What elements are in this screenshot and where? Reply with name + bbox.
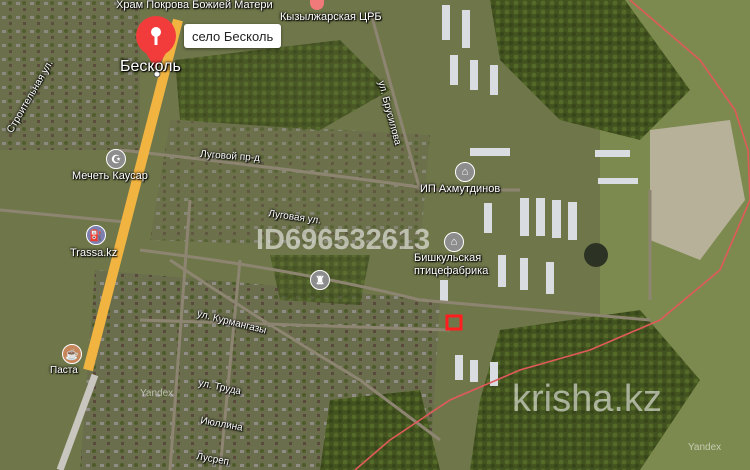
cafe-label[interactable]: Паста <box>50 366 78 376</box>
trassa-label[interactable]: Trassa.kz <box>70 248 117 259</box>
mosque-label[interactable]: Мечеть Каусар <box>72 171 148 182</box>
cafe-icon[interactable]: ☕ <box>62 344 82 364</box>
yandex-watermark: Yandex <box>140 388 174 399</box>
factory-label-line2[interactable]: птицефабрика <box>414 266 488 277</box>
fuel-icon[interactable]: ⛽ <box>86 225 106 245</box>
pond <box>584 243 608 267</box>
mosque-icon[interactable]: ☪ <box>106 149 126 169</box>
village-label: Бесколь <box>120 58 181 75</box>
field-northwest <box>0 0 140 150</box>
listing-id-watermark: ID696532613 <box>256 224 431 256</box>
poi-icon[interactable]: ⌂ <box>455 162 475 182</box>
yandex-watermark-2: Yandex <box>688 442 722 453</box>
factory-icon[interactable]: ⌂ <box>444 232 464 252</box>
ip-label[interactable]: ИП Ахмутдинов <box>420 184 500 195</box>
site-watermark: krisha.kz <box>512 378 662 420</box>
monument-icon[interactable]: ♜ <box>310 270 330 290</box>
hospital-label[interactable]: Кызылжарская ЦРБ <box>280 12 382 23</box>
location-pin-label[interactable]: село Бесколь <box>184 24 282 48</box>
church-label[interactable]: Храм Покрова Божией Матери <box>116 0 273 11</box>
forest-south <box>320 390 440 470</box>
